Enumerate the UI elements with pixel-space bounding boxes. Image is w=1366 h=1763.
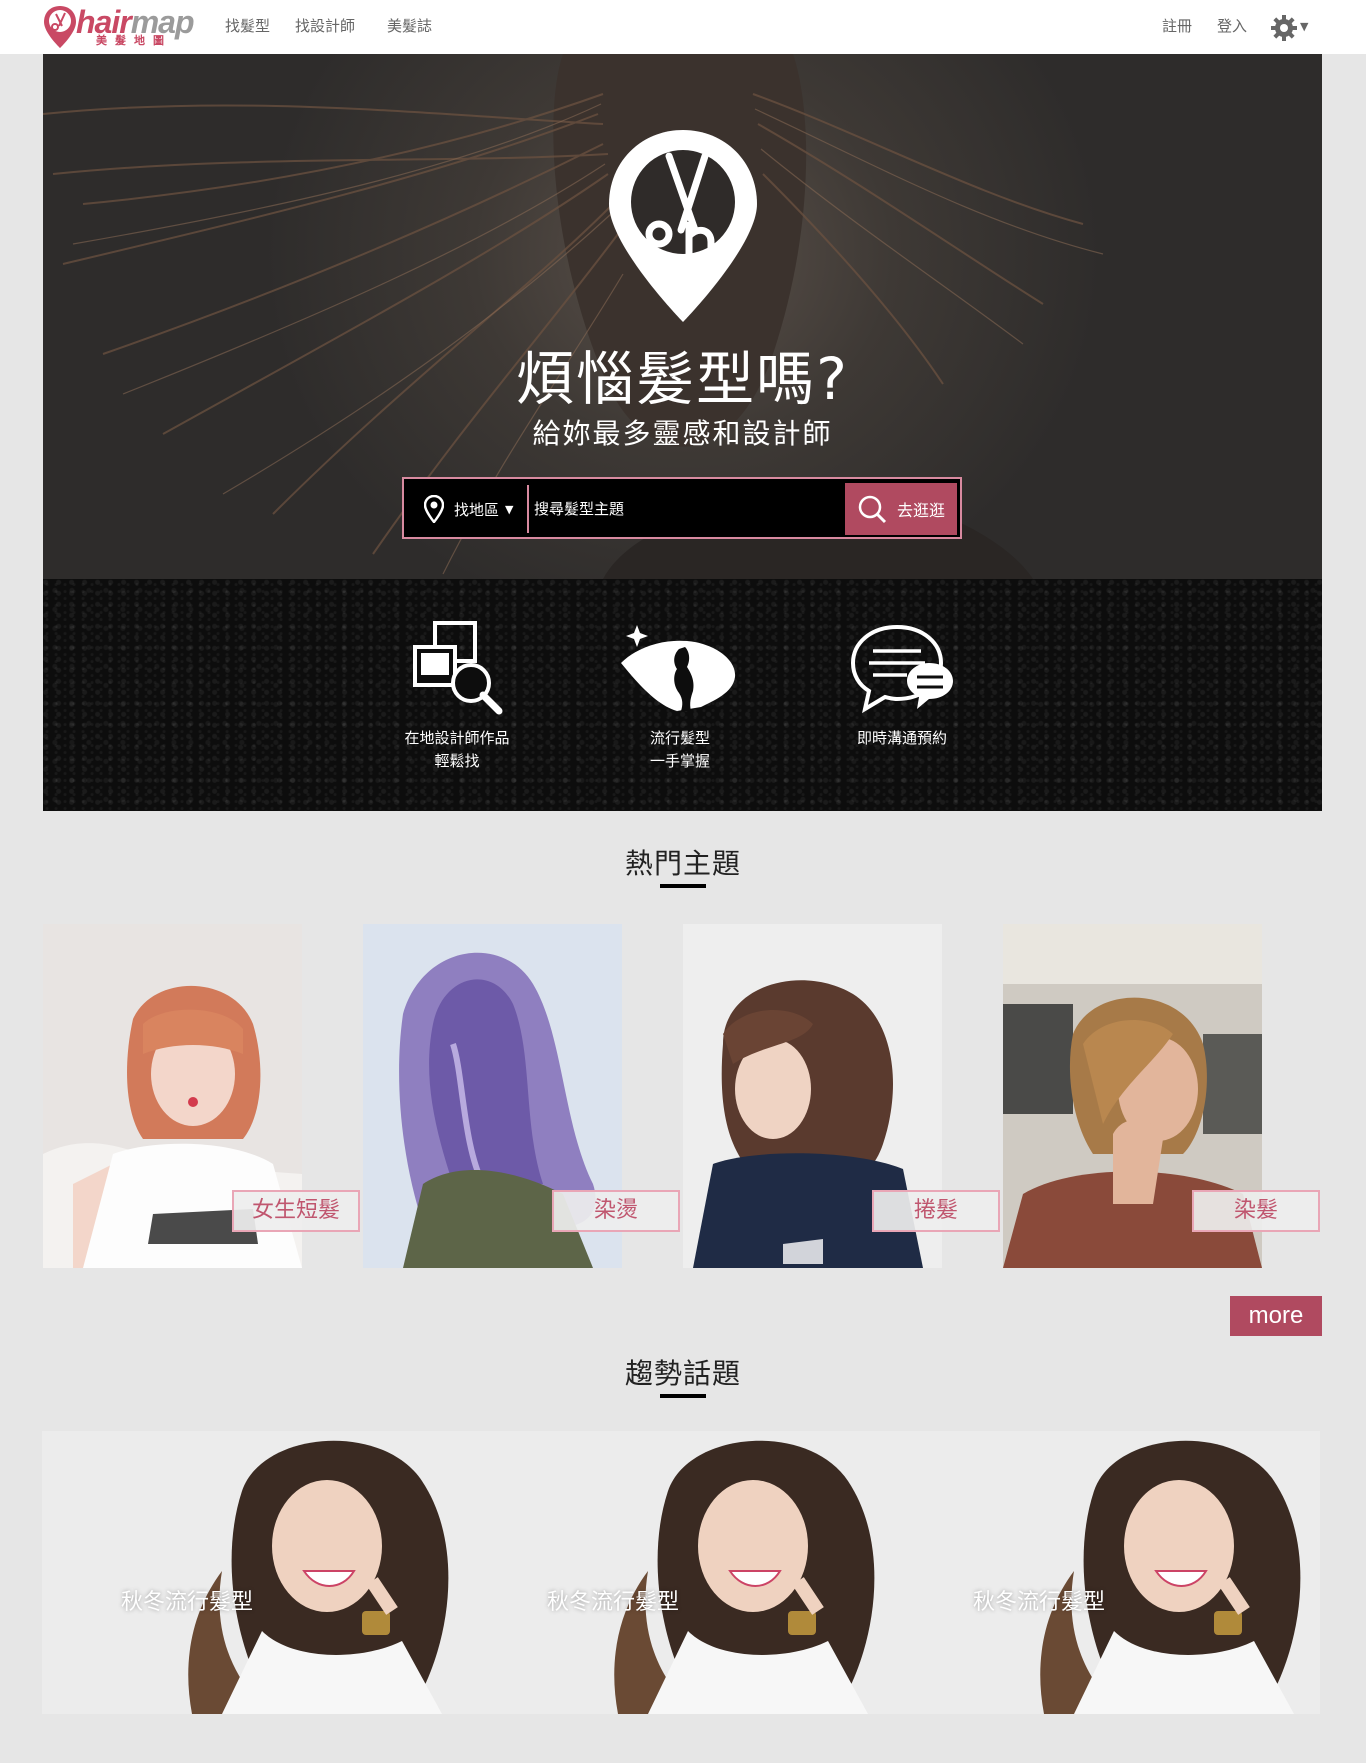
hair-trend-icon	[621, 625, 736, 711]
trend-label: 秋冬流行髮型	[972, 1590, 1105, 1615]
hero-title: 煩惱髮型嗎?	[516, 345, 849, 413]
chevron-down-icon: ▼	[505, 502, 514, 516]
logo-pin-icon	[44, 6, 76, 48]
topic-card-perm-color[interactable]: 染燙	[363, 924, 680, 1268]
feature-find-portfolio: 在地設計師作品 輕鬆找	[367, 619, 547, 773]
search-divider	[527, 485, 529, 533]
search-button-label: 去逛逛	[896, 501, 945, 520]
area-dropdown-label: 找地區	[454, 500, 500, 519]
trend-card[interactable]: 秋冬流行髮型	[468, 1431, 894, 1714]
hairmap-logo[interactable]: hairmap 美髮地圖	[42, 4, 204, 50]
features-strip: 在地設計師作品 輕鬆找 流行髮型 一手掌握 即時溝通預約	[43, 579, 1322, 811]
feature-text-line1: 在地設計師作品	[404, 729, 510, 747]
hero-subtitle: 給妳最多靈感和設計師	[532, 417, 833, 450]
nav-find-hairstyle[interactable]: 找髮型	[225, 16, 270, 36]
settings-dropdown[interactable]: ▼	[1270, 12, 1312, 42]
hot-topics-title: 熱門主題	[624, 847, 741, 880]
feature-text-line2: 一手掌握	[649, 752, 710, 770]
chevron-down-icon: ▼	[1300, 20, 1309, 33]
login-link[interactable]: 登入	[1217, 16, 1247, 36]
nav-magazine[interactable]: 美髮誌	[387, 16, 432, 36]
topic-label: 捲髮	[872, 1190, 1000, 1232]
search-button[interactable]: 去逛逛	[845, 483, 957, 535]
feature-text-line1: 即時溝通預約	[856, 729, 947, 747]
topic-card-hair-color[interactable]: 染髮	[1003, 924, 1320, 1268]
topic-card-curly-hair[interactable]: 捲髮	[683, 924, 1000, 1268]
chat-bubble-icon	[850, 624, 953, 714]
register-link[interactable]: 註冊	[1162, 16, 1192, 36]
search-icon	[858, 495, 887, 524]
trend-photo	[468, 1431, 894, 1714]
search-input[interactable]	[534, 493, 834, 525]
topic-label: 女生短髮	[232, 1190, 360, 1232]
trends-title: 趨勢話題	[624, 1357, 741, 1390]
gear-icon	[1271, 15, 1297, 41]
trend-card[interactable]: 秋冬流行髮型	[42, 1431, 468, 1714]
topic-card-short-hair[interactable]: 女生短髮	[43, 924, 360, 1268]
top-nav: hairmap 美髮地圖 找髮型 找設計師 美髮誌 註冊 登入 ▼	[0, 0, 1366, 54]
area-dropdown[interactable]: 找地區 ▼	[424, 493, 513, 525]
logo-subtitle: 美髮地圖	[96, 34, 172, 47]
search-bar: 找地區 ▼ 去逛逛	[402, 477, 962, 539]
nav-find-designer[interactable]: 找設計師	[295, 16, 355, 36]
topic-label: 染髮	[1192, 1190, 1320, 1232]
hairmap-pin-logo-icon	[609, 130, 757, 322]
feature-text-line2: 輕鬆找	[434, 752, 480, 770]
hero-banner: 煩惱髮型嗎? 給妳最多靈感和設計師 找地區 ▼ 去逛逛	[43, 54, 1322, 579]
more-button[interactable]: more	[1230, 1296, 1322, 1336]
trend-label: 秋冬流行髮型	[546, 1590, 679, 1615]
feature-hair-trends: 流行髮型 一手掌握	[590, 619, 770, 773]
trend-photo	[894, 1431, 1320, 1714]
title-underline	[660, 884, 706, 888]
location-pin-icon	[424, 495, 444, 523]
title-underline	[660, 1394, 706, 1398]
search-portfolio-icon	[413, 621, 503, 715]
trend-label: 秋冬流行髮型	[120, 1590, 253, 1615]
topic-label: 染燙	[552, 1190, 680, 1232]
feature-instant-booking: 即時溝通預約	[812, 619, 992, 750]
feature-text-line1: 流行髮型	[649, 729, 710, 747]
trend-card[interactable]: 秋冬流行髮型	[894, 1431, 1320, 1714]
trend-photo	[42, 1431, 468, 1714]
